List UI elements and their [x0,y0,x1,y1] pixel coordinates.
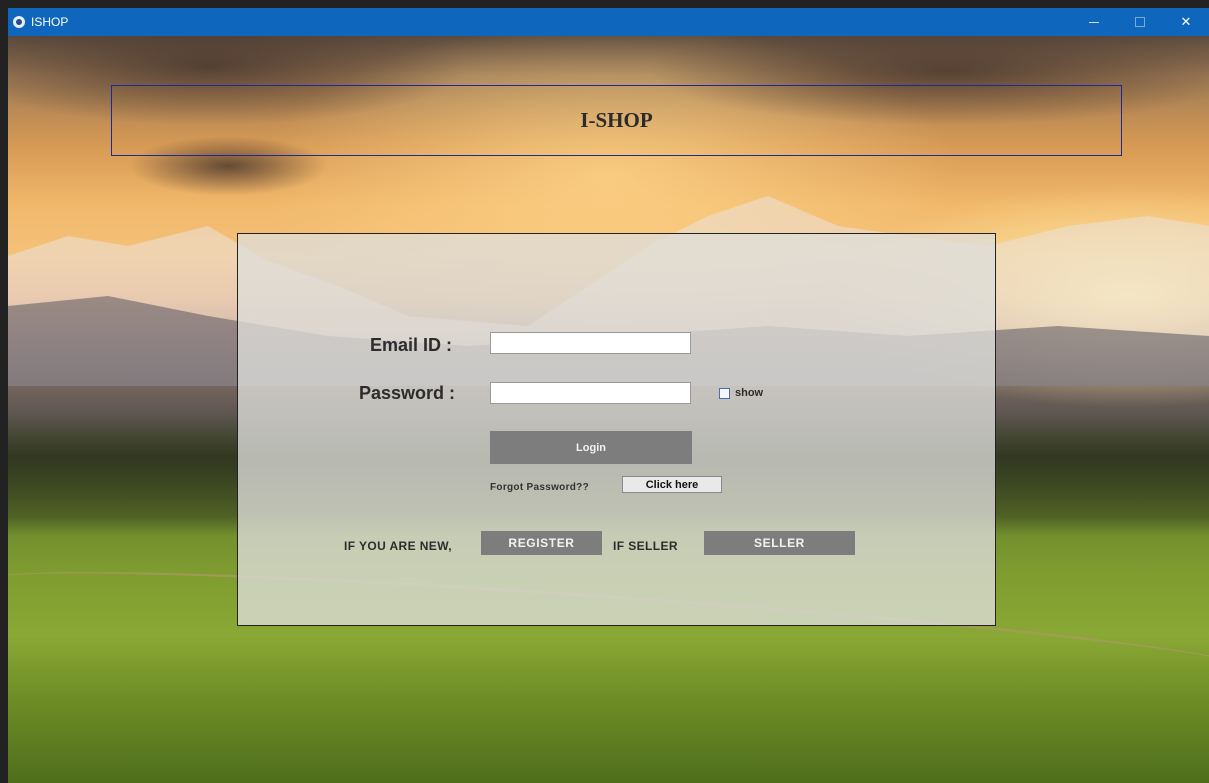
seller-text: IF SELLER [613,539,678,553]
close-icon: ✕ [1180,14,1192,29]
title-bar: ISHOP ✕ [8,8,1209,36]
new-user-text: IF YOU ARE NEW, [344,539,453,553]
background-landscape: I-SHOP Email ID : Password : show Login … [8,36,1209,783]
app-window: ISHOP ✕ I-SHOP Email ID : Password: sho… [8,8,1209,783]
seller-button[interactable]: SELLER [704,531,855,555]
password-label: Password : [359,383,456,403]
login-button[interactable]: Login [490,431,692,464]
email-label: Email ID : [370,335,453,355]
minimize-button[interactable] [1071,8,1117,36]
show-label: show [735,387,764,399]
email-field[interactable] [490,332,691,354]
window-title: ISHOP [31,15,69,29]
login-panel: Email ID : Password : show Login Forgot … [237,233,996,626]
minimize-icon [1089,21,1099,23]
app-icon [13,16,25,28]
maximize-button[interactable] [1117,8,1163,36]
forgot-password-text: Forgot Password?? [490,482,589,493]
window-controls: ✕ [1071,8,1209,36]
password-field[interactable] [490,382,691,404]
header-banner: I-SHOP [111,85,1122,156]
show-checkbox[interactable] [719,387,730,399]
app-heading: I-SHOP [580,108,653,132]
show-password-toggle[interactable]: show [719,387,763,399]
close-button[interactable]: ✕ [1163,8,1209,36]
maximize-icon [1135,17,1145,27]
click-here-button[interactable]: Click here [622,476,722,493]
register-button[interactable]: REGISTER [481,531,602,555]
